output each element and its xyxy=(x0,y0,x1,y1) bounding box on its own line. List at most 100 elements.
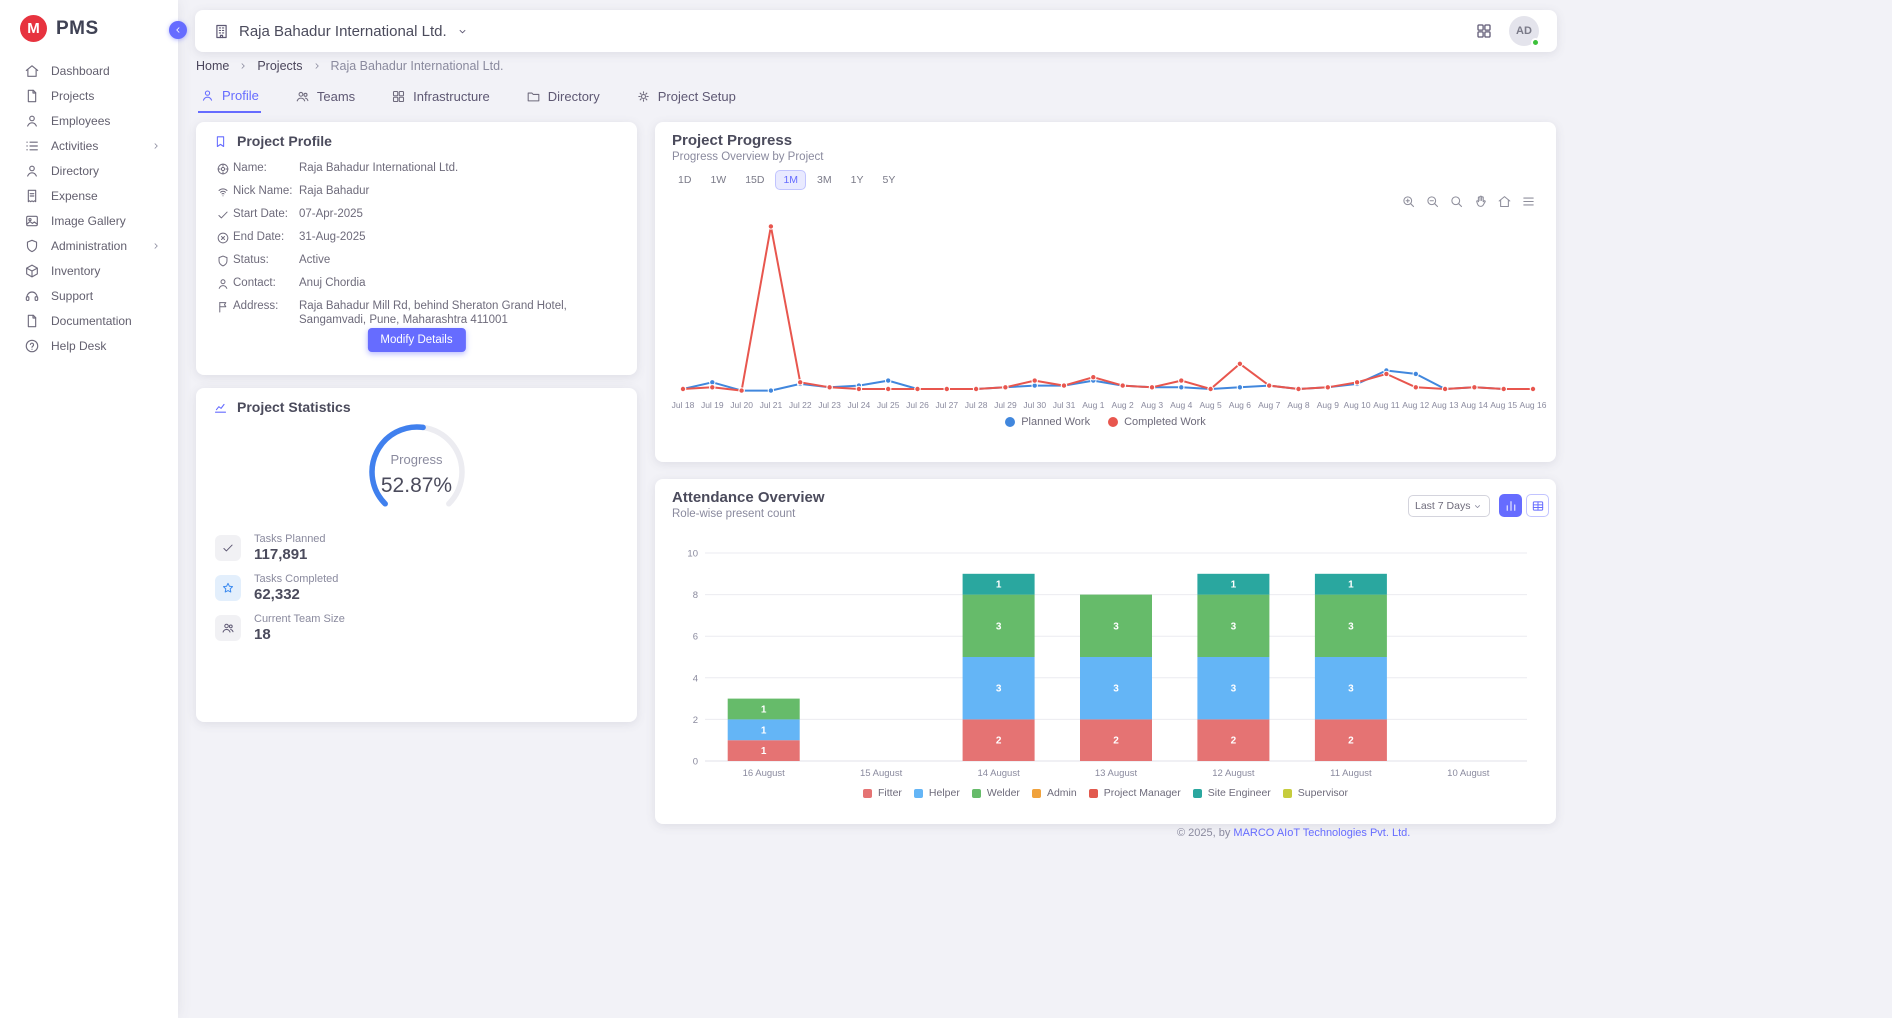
svg-text:2: 2 xyxy=(1348,736,1354,747)
field-value: 31-Aug-2025 xyxy=(299,230,620,244)
svg-text:0: 0 xyxy=(693,757,698,768)
sidebar-item-label: Directory xyxy=(51,164,99,178)
circle-x-icon xyxy=(213,231,233,245)
sidebar-item-activities[interactable]: Activities xyxy=(0,133,178,158)
apps-grid-icon[interactable] xyxy=(1475,22,1493,40)
legend-swatch xyxy=(1108,417,1118,427)
user-icon xyxy=(213,277,233,291)
x-axis-label: Aug 14 xyxy=(1461,400,1488,410)
tab-directory[interactable]: Directory xyxy=(524,84,602,113)
range-1y[interactable]: 1Y xyxy=(843,170,872,190)
tab-teams[interactable]: Teams xyxy=(293,84,357,113)
sidebar-item-image-gallery[interactable]: Image Gallery xyxy=(0,208,178,233)
svg-text:3: 3 xyxy=(1348,684,1354,695)
range-3m[interactable]: 3M xyxy=(809,170,840,190)
sidebar-item-dashboard[interactable]: Dashboard xyxy=(0,58,178,83)
zoom-in-icon[interactable] xyxy=(1401,194,1416,209)
breadcrumb-item-home[interactable]: Home xyxy=(196,59,229,73)
sidebar-item-support[interactable]: Support xyxy=(0,283,178,308)
modify-details-button[interactable]: Modify Details xyxy=(367,328,465,352)
zoom-selection-icon[interactable] xyxy=(1449,194,1464,209)
range-1m[interactable]: 1M xyxy=(775,170,806,190)
sidebar-item-expense[interactable]: Expense xyxy=(0,183,178,208)
svg-text:3: 3 xyxy=(1231,684,1237,695)
building-icon xyxy=(213,23,230,40)
field-label: Nick Name: xyxy=(233,184,299,198)
help-icon xyxy=(24,338,40,354)
company-link[interactable]: MARCO AIoT Technologies Pvt. Ltd. xyxy=(1233,827,1410,839)
svg-text:3: 3 xyxy=(1113,621,1119,632)
card-title: Project Progress xyxy=(672,132,792,149)
legend-item-admin[interactable]: Admin xyxy=(1032,787,1077,799)
legend-item-project-manager[interactable]: Project Manager xyxy=(1089,787,1181,799)
stat-label: Tasks Completed xyxy=(254,573,338,585)
logo-icon: M xyxy=(20,15,47,42)
sidebar-item-administration[interactable]: Administration xyxy=(0,233,178,258)
gauge-value: 52.87% xyxy=(355,474,479,498)
svg-text:6: 6 xyxy=(693,632,698,643)
stat-item-tasks-planned: Tasks Planned117,891 xyxy=(215,528,618,568)
svg-text:15 August: 15 August xyxy=(860,768,903,779)
list-icon xyxy=(24,138,40,154)
reset-zoom-icon[interactable] xyxy=(1497,194,1512,209)
range-1w[interactable]: 1W xyxy=(702,170,734,190)
zoom-out-icon[interactable] xyxy=(1425,194,1440,209)
tab-infrastructure[interactable]: Infrastructure xyxy=(389,84,492,113)
range-15d[interactable]: 15D xyxy=(737,170,772,190)
sidebar-item-inventory[interactable]: Inventory xyxy=(0,258,178,283)
legend-item-planned-work[interactable]: Planned Work xyxy=(1005,416,1090,428)
legend-item-site-engineer[interactable]: Site Engineer xyxy=(1193,787,1271,799)
tab-label: Teams xyxy=(317,89,355,104)
chart-view-toggle[interactable] xyxy=(1499,494,1522,517)
svg-text:2: 2 xyxy=(1231,736,1237,747)
field-label: Start Date: xyxy=(233,207,299,221)
sidebar: M PMS DashboardProjectsEmployeesActiviti… xyxy=(0,0,178,1018)
chart-menu-icon[interactable] xyxy=(1521,194,1536,209)
sidebar-collapse-button[interactable] xyxy=(169,21,187,39)
chart-legend: Planned Work Completed Work xyxy=(655,416,1556,428)
field-value: Active xyxy=(299,253,620,267)
legend-swatch xyxy=(914,789,923,798)
table-view-toggle[interactable] xyxy=(1526,494,1549,517)
shield-icon xyxy=(24,238,40,254)
sidebar-item-help-desk[interactable]: Help Desk xyxy=(0,333,178,358)
sidebar-item-employees[interactable]: Employees xyxy=(0,108,178,133)
stat-list: Tasks Planned117,891Tasks Completed62,33… xyxy=(215,528,618,648)
breadcrumb-item-projects[interactable]: Projects xyxy=(257,59,302,73)
range-1d[interactable]: 1D xyxy=(670,170,699,190)
sidebar-item-projects[interactable]: Projects xyxy=(0,83,178,108)
svg-text:12 August: 12 August xyxy=(1212,768,1255,779)
copyright-text: © 2025, by xyxy=(1177,827,1233,839)
flag-icon xyxy=(213,300,233,314)
x-axis-label: Aug 15 xyxy=(1490,400,1517,410)
range-5y[interactable]: 5Y xyxy=(874,170,903,190)
legend-label: Fitter xyxy=(878,787,902,799)
field-label: Contact: xyxy=(233,276,299,290)
stat-label: Tasks Planned xyxy=(254,533,326,545)
svg-text:1: 1 xyxy=(996,580,1002,591)
legend-item-helper[interactable]: Helper xyxy=(914,787,960,799)
legend-item-welder[interactable]: Welder xyxy=(972,787,1020,799)
sidebar-item-documentation[interactable]: Documentation xyxy=(0,308,178,333)
legend-item-fitter[interactable]: Fitter xyxy=(863,787,902,799)
sidebar-item-directory[interactable]: Directory xyxy=(0,158,178,183)
file-icon xyxy=(24,88,40,104)
profile-fields: Name:Raja Bahadur International Ltd.Nick… xyxy=(196,153,637,331)
users-icon xyxy=(215,615,241,641)
pan-icon[interactable] xyxy=(1473,194,1488,209)
gauge-arc xyxy=(355,412,479,530)
chevron-down-icon xyxy=(456,25,469,38)
x-axis-label: Jul 30 xyxy=(1023,400,1046,410)
tab-profile[interactable]: Profile xyxy=(198,84,261,113)
field-value: Anuj Chordia xyxy=(299,276,620,290)
user-avatar[interactable]: AD xyxy=(1509,16,1539,46)
gear-icon xyxy=(636,89,651,104)
field-label: Address: xyxy=(233,299,299,313)
tab-project-setup[interactable]: Project Setup xyxy=(634,84,738,113)
legend-item-supervisor[interactable]: Supervisor xyxy=(1283,787,1348,799)
company-selector[interactable]: Raja Bahadur International Ltd. xyxy=(213,23,469,40)
date-range-select[interactable]: Last 7 Days xyxy=(1408,495,1490,517)
app-logo[interactable]: M PMS xyxy=(0,0,178,52)
legend-item-completed-work[interactable]: Completed Work xyxy=(1108,416,1206,428)
breadcrumb-item-raja-bahadur-international-ltd: Raja Bahadur International Ltd. xyxy=(331,59,504,73)
